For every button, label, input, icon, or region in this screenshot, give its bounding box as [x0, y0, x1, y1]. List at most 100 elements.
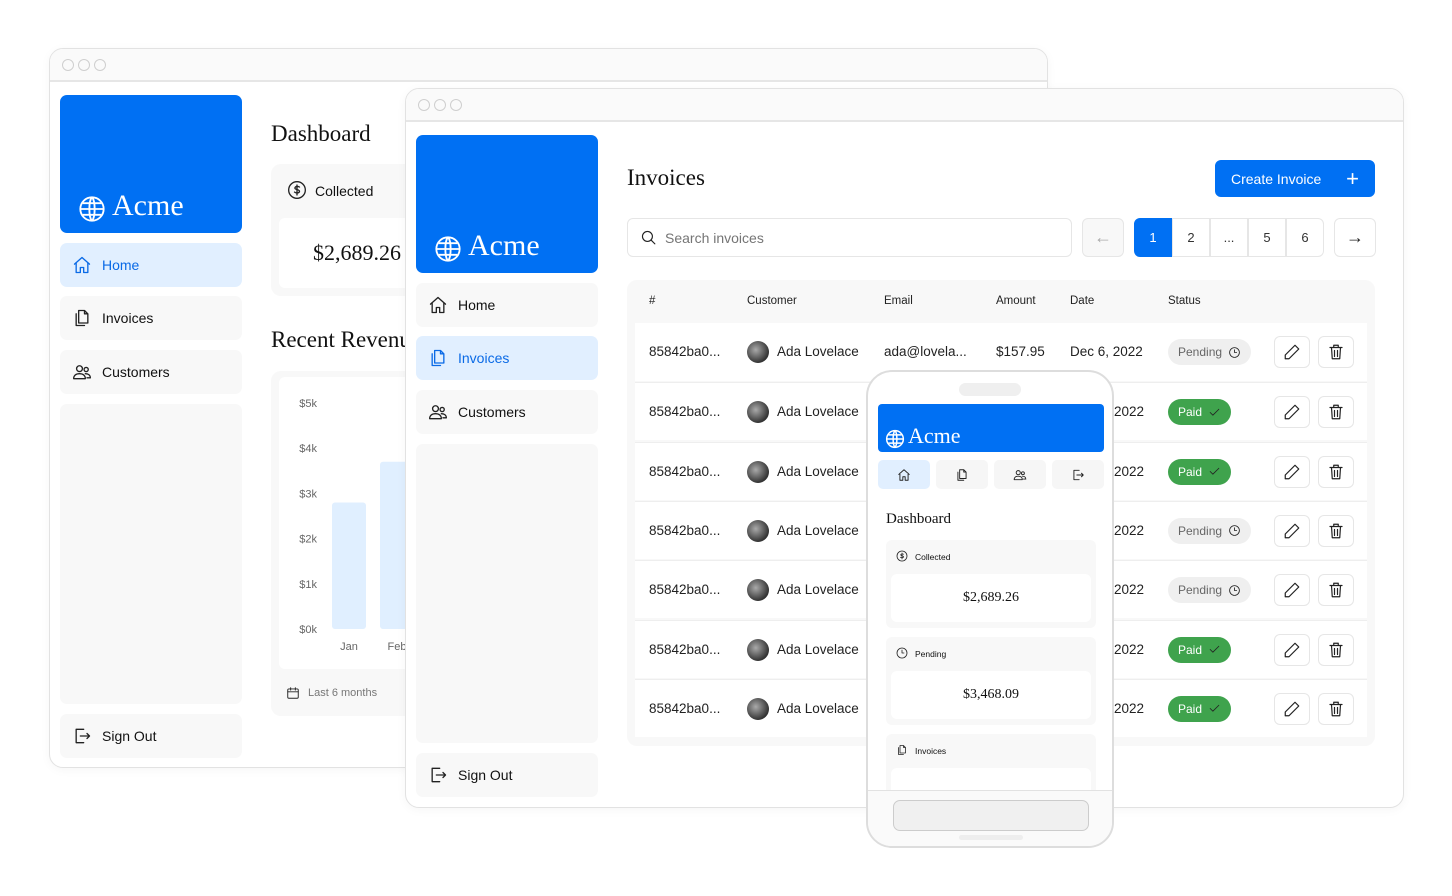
- pencil-icon: [1284, 464, 1300, 479]
- delete-button[interactable]: [1318, 336, 1354, 368]
- avatar: [747, 341, 769, 363]
- create-invoice-button[interactable]: Create Invoice +: [1215, 160, 1375, 197]
- y-tick-label: $5k: [299, 398, 317, 410]
- edit-button[interactable]: [1274, 574, 1310, 607]
- mobile-tab-customers[interactable]: [994, 460, 1046, 489]
- close-dot[interactable]: [418, 99, 430, 111]
- edit-button[interactable]: [1274, 455, 1310, 488]
- edit-button[interactable]: [1274, 396, 1310, 429]
- column-header: #: [649, 295, 656, 307]
- page-button[interactable]: 2: [1172, 218, 1210, 257]
- sign-out-button[interactable]: Sign Out: [416, 753, 598, 797]
- status-badge: Paid: [1168, 458, 1232, 485]
- avatar: [747, 697, 769, 720]
- page-button[interactable]: 1: [1134, 218, 1172, 257]
- minimize-dot[interactable]: [78, 59, 90, 71]
- clock-icon: [1229, 584, 1240, 596]
- status-label: Paid: [1178, 405, 1203, 420]
- prev-page-button[interactable]: ←: [1082, 218, 1124, 257]
- pagination: 1 2... 5 6: [1134, 218, 1324, 257]
- close-dot[interactable]: [62, 59, 74, 71]
- sidebar-item-invoices[interactable]: Invoices: [60, 296, 242, 340]
- delete-button[interactable]: [1318, 633, 1354, 666]
- card-value: $3,468.09: [963, 687, 1019, 702]
- minimize-dot[interactable]: [434, 99, 446, 111]
- invoice-id: 85842ba0...: [649, 700, 721, 716]
- delete-button[interactable]: [1318, 455, 1354, 488]
- brand-name: Acme: [908, 423, 961, 448]
- home-icon: [73, 256, 91, 274]
- page-button[interactable]: ...: [1210, 218, 1248, 257]
- maximize-dot[interactable]: [94, 59, 106, 71]
- search-input[interactable]: [665, 229, 1045, 246]
- acme-logo: Acme: [416, 135, 598, 273]
- sign-out-icon: [431, 767, 447, 783]
- edit-button[interactable]: [1274, 633, 1310, 666]
- delete-button[interactable]: [1318, 514, 1354, 547]
- status-badge: Pending: [1168, 339, 1252, 365]
- bar-jan: [332, 502, 366, 629]
- sign-out-icon: [75, 728, 91, 744]
- pencil-icon: [1284, 701, 1300, 717]
- delete-button[interactable]: [1318, 574, 1354, 607]
- customer-name: Ada Lovelace: [777, 641, 859, 657]
- sidebar-item-home[interactable]: Home: [416, 283, 598, 327]
- acme-logo: Acme: [878, 404, 1104, 452]
- card-label: Collected: [315, 183, 374, 199]
- date: 2022: [1114, 522, 1145, 538]
- edit-button[interactable]: [1274, 692, 1310, 725]
- edit-button[interactable]: [1274, 336, 1310, 368]
- clock-icon: [1229, 346, 1240, 358]
- maximize-dot[interactable]: [450, 99, 462, 111]
- nav-label: Invoices: [458, 350, 510, 366]
- chart-footer: Last 6 months: [308, 687, 378, 699]
- acme-logo: Acme: [60, 95, 242, 233]
- mobile-tab-sign-out[interactable]: [1052, 460, 1104, 489]
- card-label: Invoices: [915, 746, 947, 756]
- sidebar-item-home[interactable]: Home: [60, 243, 242, 287]
- trash-icon: [1329, 582, 1343, 598]
- sidebar-item-customers[interactable]: Customers: [60, 350, 242, 394]
- sign-out-button[interactable]: Sign Out: [60, 714, 242, 758]
- documents-icon: [957, 468, 967, 481]
- check-icon: [1209, 408, 1220, 416]
- x-tick-label: Jan: [340, 641, 358, 653]
- pencil-icon: [1284, 582, 1300, 598]
- invoice-id: 85842ba0...: [649, 522, 721, 538]
- sidebar-item-customers[interactable]: Customers: [416, 390, 598, 434]
- delete-button[interactable]: [1318, 396, 1354, 429]
- address-bar[interactable]: [893, 800, 1089, 831]
- customer-name: Ada Lovelace: [777, 522, 859, 538]
- users-icon: [429, 405, 447, 420]
- next-page-button[interactable]: →: [1334, 218, 1376, 257]
- pencil-icon: [1284, 344, 1300, 360]
- avatar: [747, 638, 769, 661]
- brand-name: Acme: [112, 189, 184, 222]
- date: 2022: [1114, 641, 1145, 657]
- search-field[interactable]: [627, 218, 1072, 257]
- sidebar-item-invoices[interactable]: Invoices: [416, 336, 598, 380]
- home-icon: [898, 468, 910, 481]
- email: ada@lovela...: [884, 344, 967, 359]
- status-badge: Paid: [1168, 695, 1232, 722]
- status-badge: Pending: [1168, 577, 1252, 604]
- status-label: Paid: [1178, 464, 1203, 479]
- clock-icon: [1229, 525, 1240, 537]
- card-value-box: $2,689.26: [891, 574, 1091, 622]
- customer-name: Ada Lovelace: [777, 582, 859, 598]
- pencil-icon: [1284, 404, 1300, 420]
- mobile-tab-home[interactable]: [878, 460, 930, 489]
- mobile-tab-invoices[interactable]: [936, 460, 988, 489]
- title-bar: [406, 89, 1403, 122]
- table-header: # Customer Email Amount Date Status: [627, 280, 1375, 320]
- page-button[interactable]: 5: [1248, 218, 1286, 257]
- delete-button[interactable]: [1318, 692, 1354, 725]
- calendar-icon: [287, 687, 299, 699]
- page-button[interactable]: 6: [1286, 218, 1324, 257]
- avatar: [747, 401, 769, 424]
- mobile-device: Acme Dashboard Collected $2,689.26 Pendi…: [866, 370, 1114, 848]
- card-label: Pending: [915, 649, 947, 659]
- edit-button[interactable]: [1274, 514, 1310, 547]
- nav-label: Home: [458, 297, 496, 313]
- customer-name: Ada Lovelace: [777, 463, 859, 479]
